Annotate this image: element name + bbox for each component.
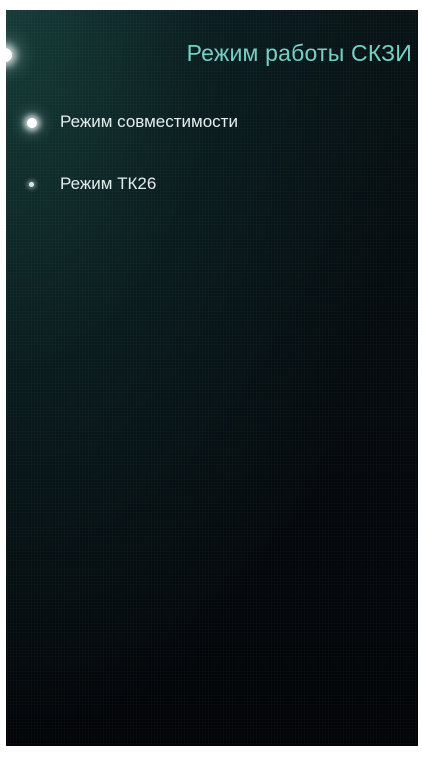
- option-label: Режим совместимости: [60, 112, 238, 131]
- app-window: Режим работы СКЗИ Режим совместимости Ре…: [6, 10, 418, 746]
- option-tk26-mode[interactable]: Режим ТК26: [6, 164, 418, 208]
- option-compatibility-mode[interactable]: Режим совместимости: [6, 102, 418, 146]
- unselected-dot-icon: [29, 182, 34, 187]
- page-title: Режим работы СКЗИ: [186, 40, 412, 66]
- pulley-menu-indicator-icon[interactable]: [6, 48, 12, 62]
- option-label: Режим ТК26: [60, 174, 157, 193]
- selected-dot-icon: [27, 118, 37, 128]
